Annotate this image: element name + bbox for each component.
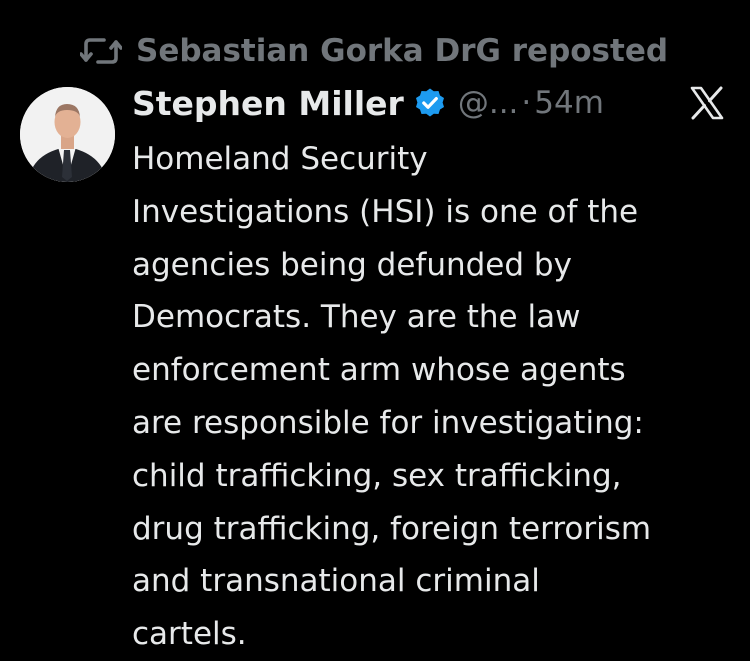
repost-label: Sebastian Gorka DrG reposted [136, 33, 669, 69]
post-timestamp[interactable]: 54m [534, 85, 604, 121]
display-name[interactable]: Stephen Miller [132, 84, 404, 123]
separator-dot: · [521, 85, 532, 121]
repost-indicator[interactable]: Sebastian Gorka DrG reposted [80, 30, 668, 72]
post-header: Stephen Miller @... · 54m [132, 80, 604, 126]
avatar[interactable] [20, 87, 115, 182]
repost-icon [80, 34, 122, 68]
user-handle[interactable]: @... [458, 85, 519, 121]
post-text: Homeland Security Investigations (HSI) i… [132, 141, 652, 653]
x-logo-icon [690, 86, 724, 120]
verified-badge-icon[interactable] [414, 87, 446, 119]
